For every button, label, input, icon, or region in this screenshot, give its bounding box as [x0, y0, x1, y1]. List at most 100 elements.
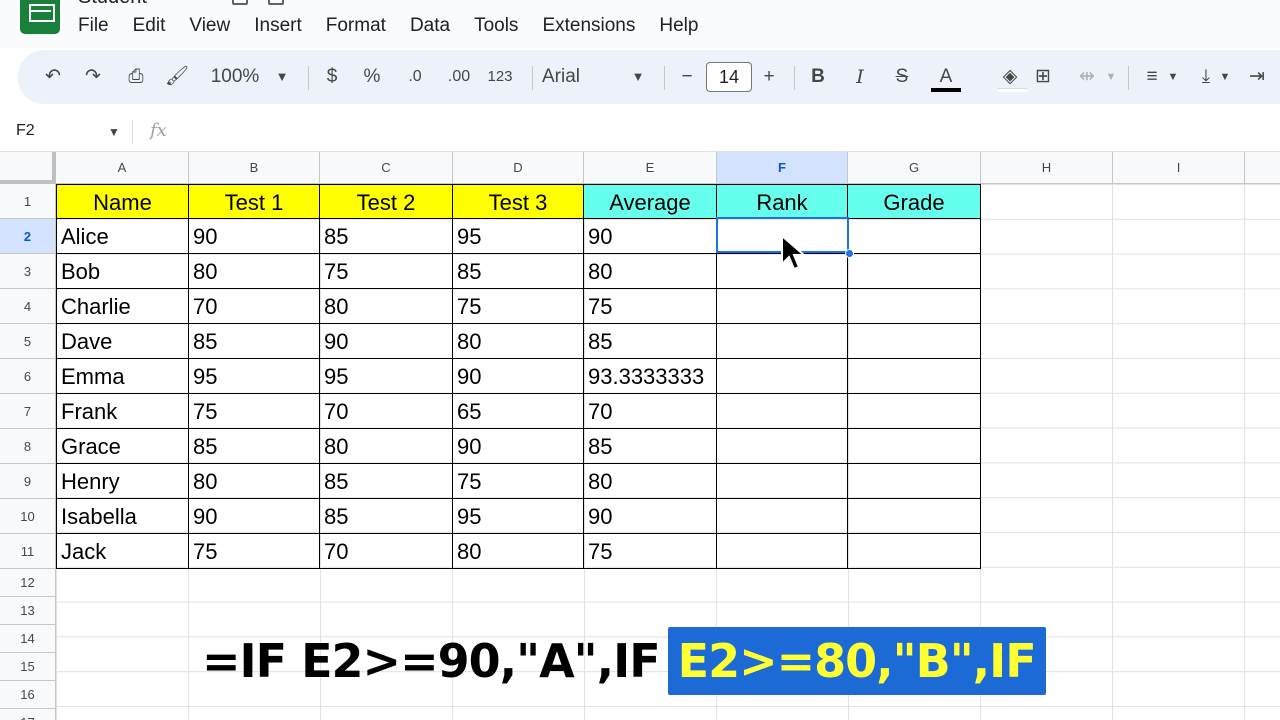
cell-grade-6[interactable] — [848, 359, 981, 394]
vertical-align-icon[interactable]: ⤓ — [1194, 62, 1218, 92]
merge-cells-icon[interactable]: ⇹ — [1074, 62, 1100, 92]
valign-caret-icon[interactable]: ▼ — [1218, 62, 1232, 92]
row-header-3[interactable]: 3 — [0, 254, 56, 289]
menu-help[interactable]: Help — [647, 14, 710, 38]
fill-handle[interactable] — [845, 249, 854, 258]
menu-view[interactable]: View — [177, 14, 242, 38]
cell-grade-7[interactable] — [848, 394, 981, 429]
bold-button[interactable]: B — [806, 62, 830, 92]
cell-average-8[interactable]: 85 — [584, 429, 717, 464]
cell-name-10[interactable]: Isabella — [56, 499, 189, 534]
column-header-i[interactable]: I — [1113, 152, 1245, 184]
move-folder-icon[interactable] — [268, 0, 284, 5]
font-caret-icon[interactable]: ▼ — [630, 62, 646, 92]
cell-rank-5[interactable] — [717, 324, 848, 359]
row-header-9[interactable]: 9 — [0, 464, 56, 499]
cell-name-6[interactable]: Emma — [56, 359, 189, 394]
cell-average-4[interactable]: 75 — [584, 289, 717, 324]
menu-edit[interactable]: Edit — [121, 14, 178, 38]
italic-button[interactable]: I — [848, 62, 872, 92]
row-header-15[interactable]: 15 — [0, 653, 56, 681]
cell-average-6[interactable]: 93.3333333 — [584, 359, 717, 394]
cell-test2-9[interactable]: 85 — [320, 464, 453, 499]
cell-grade-5[interactable] — [848, 324, 981, 359]
cell-test3-6[interactable]: 90 — [453, 359, 584, 394]
cell-rank-7[interactable] — [717, 394, 848, 429]
row-header-7[interactable]: 7 — [0, 394, 56, 429]
cell-name-2[interactable]: Alice — [56, 219, 189, 254]
header-cell-name[interactable]: Name — [56, 184, 189, 219]
row-header-16[interactable]: 16 — [0, 681, 56, 709]
cell-test3-9[interactable]: 75 — [453, 464, 584, 499]
cell-name-8[interactable]: Grace — [56, 429, 189, 464]
column-header-e[interactable]: E — [584, 152, 717, 184]
cell-test3-4[interactable]: 75 — [453, 289, 584, 324]
name-box[interactable]: F2 — [16, 122, 35, 140]
cell-test3-7[interactable]: 65 — [453, 394, 584, 429]
paint-format-icon[interactable]: 🖌 — [164, 62, 190, 92]
column-header-f[interactable]: F — [717, 152, 848, 184]
cell-name-3[interactable]: Bob — [56, 254, 189, 289]
strikethrough-icon[interactable]: S — [890, 62, 914, 92]
cell-test2-11[interactable]: 70 — [320, 534, 453, 569]
cell-test2-7[interactable]: 70 — [320, 394, 453, 429]
column-header-b[interactable]: B — [189, 152, 320, 184]
cell-name-5[interactable]: Dave — [56, 324, 189, 359]
cell-test2-2[interactable]: 85 — [320, 219, 453, 254]
menu-data[interactable]: Data — [398, 14, 462, 38]
row-header-8[interactable]: 8 — [0, 429, 56, 464]
cell-average-5[interactable]: 85 — [584, 324, 717, 359]
increase-font-size-button[interactable]: + — [758, 62, 780, 92]
merge-caret-icon[interactable]: ▼ — [1104, 62, 1118, 92]
cell-average-3[interactable]: 80 — [584, 254, 717, 289]
decrease-font-size-button[interactable]: − — [676, 62, 698, 92]
row-header-12[interactable]: 12 — [0, 569, 56, 597]
currency-button[interactable]: $ — [320, 62, 344, 92]
cell-grade-10[interactable] — [848, 499, 981, 534]
cell-test1-3[interactable]: 80 — [189, 254, 320, 289]
cell-grade-2[interactable] — [848, 219, 981, 254]
cell-test3-2[interactable]: 95 — [453, 219, 584, 254]
column-header-j[interactable] — [1245, 152, 1280, 184]
header-cell-test2[interactable]: Test 2 — [320, 184, 453, 219]
undo-icon[interactable]: ↶ — [40, 62, 66, 92]
cell-average-10[interactable]: 90 — [584, 499, 717, 534]
header-cell-test1[interactable]: Test 1 — [189, 184, 320, 219]
menu-insert[interactable]: Insert — [242, 14, 314, 38]
cell-rank-10[interactable] — [717, 499, 848, 534]
cell-test1-9[interactable]: 80 — [189, 464, 320, 499]
cell-test2-3[interactable]: 75 — [320, 254, 453, 289]
zoom-select[interactable]: 100% — [208, 62, 262, 92]
star-icon[interactable] — [232, 0, 248, 5]
header-cell-average[interactable]: Average — [584, 184, 717, 219]
sheets-logo-icon[interactable] — [20, 0, 60, 34]
cell-test2-4[interactable]: 80 — [320, 289, 453, 324]
header-cell-test3[interactable]: Test 3 — [453, 184, 584, 219]
text-wrapping-icon[interactable]: ⇥ — [1244, 62, 1270, 92]
cell-test3-5[interactable]: 80 — [453, 324, 584, 359]
cell-test1-2[interactable]: 90 — [189, 219, 320, 254]
menu-tools[interactable]: Tools — [462, 14, 530, 38]
cell-grade-11[interactable] — [848, 534, 981, 569]
name-box-caret-icon[interactable]: ▼ — [108, 125, 120, 139]
redo-icon[interactable]: ↷ — [80, 62, 106, 92]
cell-rank-9[interactable] — [717, 464, 848, 499]
cell-test1-7[interactable]: 75 — [189, 394, 320, 429]
header-cell-grade[interactable]: Grade — [848, 184, 981, 219]
cell-name-11[interactable]: Jack — [56, 534, 189, 569]
percent-button[interactable]: % — [360, 62, 384, 92]
cell-grade-3[interactable] — [848, 254, 981, 289]
increase-decimal-button[interactable]: .00 — [442, 62, 476, 92]
column-header-c[interactable]: C — [320, 152, 453, 184]
column-header-a[interactable]: A — [56, 152, 189, 184]
select-all-corner[interactable] — [0, 152, 56, 184]
font-select[interactable]: Arial — [542, 62, 602, 92]
column-header-d[interactable]: D — [453, 152, 584, 184]
menu-extensions[interactable]: Extensions — [530, 14, 647, 38]
cell-test2-10[interactable]: 85 — [320, 499, 453, 534]
cell-test1-4[interactable]: 70 — [189, 289, 320, 324]
cell-test2-5[interactable]: 90 — [320, 324, 453, 359]
menu-format[interactable]: Format — [314, 14, 398, 38]
cell-test2-8[interactable]: 80 — [320, 429, 453, 464]
cell-test3-3[interactable]: 85 — [453, 254, 584, 289]
